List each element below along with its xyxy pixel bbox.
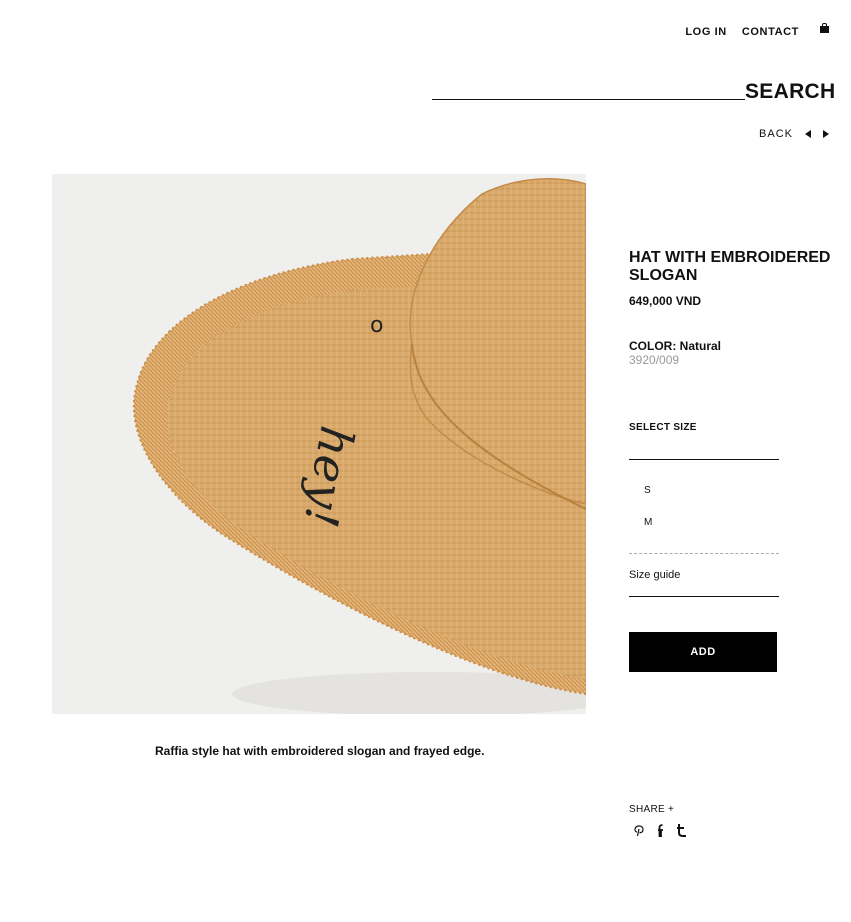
hat-embroidery-mark: o <box>370 313 383 338</box>
divider <box>629 553 779 554</box>
tumblr-icon[interactable] <box>676 824 687 840</box>
back-navigation: BACK <box>759 128 829 140</box>
product-color: COLOR: Natural <box>629 339 721 353</box>
product-reference: 3920/009 <box>629 353 680 367</box>
color-label: COLOR: <box>629 339 677 353</box>
search-input[interactable] <box>432 99 745 100</box>
add-to-cart-button[interactable]: ADD <box>629 632 777 672</box>
select-size-label: SELECT SIZE <box>629 422 697 433</box>
facebook-icon[interactable] <box>656 824 664 840</box>
back-link[interactable]: BACK <box>759 128 793 140</box>
size-guide-link[interactable]: Size guide <box>629 569 680 581</box>
product-description: Raffia style hat with embroidered slogan… <box>155 744 485 758</box>
pinterest-icon[interactable] <box>634 824 644 840</box>
size-option-m[interactable]: M <box>644 517 652 528</box>
color-value: Natural <box>679 339 722 353</box>
product-title: HAT WITH EMBROIDERED SLOGAN <box>629 249 831 284</box>
contact-link[interactable]: CONTACT <box>742 26 799 38</box>
divider <box>629 459 779 460</box>
product-image[interactable]: hey! o <box>52 174 586 714</box>
shopping-bag-icon[interactable] <box>820 22 829 33</box>
next-arrow-icon[interactable] <box>823 130 829 138</box>
search-button[interactable]: SEARCH <box>745 80 835 104</box>
size-option-s[interactable]: S <box>644 485 651 496</box>
social-share-icons <box>634 824 687 840</box>
login-link[interactable]: LOG IN <box>685 26 727 38</box>
divider <box>629 596 779 597</box>
share-toggle[interactable]: SHARE + <box>629 804 674 815</box>
product-price: 649,000 VND <box>629 294 702 308</box>
previous-arrow-icon[interactable] <box>805 130 811 138</box>
top-nav: LOG IN CONTACT <box>685 22 829 38</box>
hat-illustration: hey! o <box>132 178 586 714</box>
